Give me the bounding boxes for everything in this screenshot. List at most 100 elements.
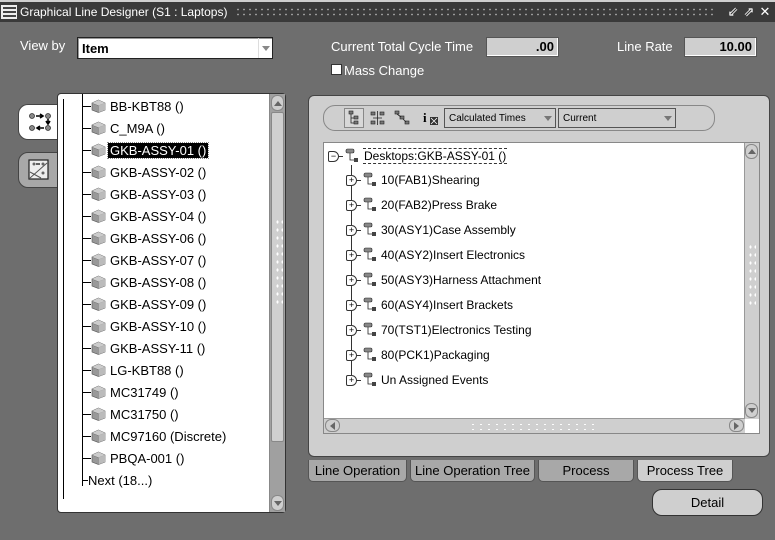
tree-item[interactable]: MC31750 () — [82, 404, 181, 424]
expand-icon[interactable]: + — [346, 249, 357, 261]
tree-connector — [82, 391, 91, 393]
tree-item[interactable]: GKB-ASSY-10 () — [82, 316, 208, 336]
tree-connector — [82, 457, 91, 459]
side-tab-designer[interactable] — [18, 152, 60, 188]
tree-item[interactable]: C_M9A () — [82, 118, 167, 138]
tree-item-label: GKB-ASSY-06 () — [110, 230, 207, 246]
item-cube-icon — [91, 363, 106, 377]
tree-item[interactable]: GKB-ASSY-09 () — [82, 294, 208, 314]
process-tree-item-label: 40(ASY2)Insert Electronics — [381, 248, 526, 262]
tree-item[interactable]: GKB-ASSY-04 () — [82, 206, 208, 226]
item-cube-icon — [91, 297, 106, 311]
process-tree-item-label: Un Assigned Events — [381, 373, 489, 387]
expand-icon[interactable]: + — [346, 324, 357, 336]
times-select[interactable]: Calculated Times — [444, 108, 556, 128]
tree-item[interactable]: GKB-ASSY-07 () — [82, 250, 208, 270]
times-select-value: Calculated Times — [449, 112, 526, 124]
tree-item[interactable]: GKB-ASSY-08 () — [82, 272, 208, 292]
item-cube-icon — [91, 187, 106, 201]
process-tree-item[interactable]: +60(ASY4)Insert Brackets — [346, 296, 513, 314]
mass-change-label: Mass Change — [344, 63, 425, 78]
tree-item[interactable]: BB-KBT88 () — [82, 96, 186, 116]
maximize-icon[interactable]: ⇗ — [741, 5, 757, 19]
process-tree-item[interactable]: +10(FAB1)Shearing — [346, 171, 480, 189]
detail-button[interactable]: Detail — [652, 489, 763, 516]
close-icon[interactable]: ✕ — [757, 5, 773, 19]
scroll-up-button[interactable] — [745, 144, 758, 159]
expand-icon[interactable]: + — [346, 224, 357, 236]
tree-root-node[interactable]: − Desktops:GKB-ASSY-01 () — [328, 147, 508, 165]
tree-connector — [339, 155, 343, 157]
process-tree-item[interactable]: +80(PCK1)Packaging — [346, 346, 490, 364]
scroll-up-button[interactable] — [271, 95, 284, 111]
expand-icon[interactable]: + — [346, 199, 357, 211]
vertical-tree-icon[interactable] — [344, 108, 364, 128]
expand-icon[interactable]: + — [346, 174, 357, 186]
diagonal-tree-icon[interactable] — [392, 108, 412, 128]
tree-item[interactable]: LG-KBT88 () — [82, 360, 186, 380]
process-tree-item-label: 20(FAB2)Press Brake — [381, 198, 498, 212]
version-select[interactable]: Current — [558, 108, 676, 128]
process-tree-item-label: 10(FAB1)Shearing — [381, 173, 480, 187]
next-label: Next (18...) — [88, 472, 153, 488]
scroll-left-button[interactable] — [325, 419, 340, 432]
tab-line-operation-tree[interactable]: Line Operation Tree — [410, 460, 535, 482]
view-by-label: View by — [20, 38, 66, 53]
info-icon[interactable]: i — [422, 108, 442, 128]
process-tree-item[interactable]: +50(ASY3)Harness Attachment — [346, 271, 541, 289]
tree-item[interactable]: PBQA-001 () — [82, 448, 186, 468]
item-cube-icon — [91, 407, 106, 421]
side-tab-flow[interactable] — [18, 104, 60, 140]
tree-item[interactable]: GKB-ASSY-11 () — [82, 338, 207, 358]
scroll-grip — [275, 218, 283, 308]
app-logo-icon — [1, 5, 17, 19]
tree-connector — [82, 281, 91, 283]
tree-item[interactable]: GKB-ASSY-02 () — [82, 162, 208, 182]
tab-process[interactable]: Process — [538, 460, 634, 482]
scroll-grip — [748, 243, 756, 308]
process-tree-item[interactable]: +70(TST1)Electronics Testing — [346, 321, 532, 339]
process-tree-item[interactable]: + Un Assigned Events — [346, 371, 488, 389]
scroll-down-button[interactable] — [271, 495, 284, 511]
tab-process-tree[interactable]: Process Tree — [637, 460, 733, 482]
minimize-icon[interactable]: ⇙ — [725, 5, 741, 19]
item-cube-icon — [91, 275, 106, 289]
tree-item[interactable]: MC31749 () — [82, 382, 181, 402]
expand-icon[interactable]: + — [346, 374, 357, 386]
tree-connector — [82, 149, 91, 151]
chevron-down-icon[interactable] — [661, 116, 675, 121]
process-tree-item[interactable]: +30(ASY1)Case Assembly — [346, 221, 516, 239]
process-tree-vscrollbar[interactable] — [744, 143, 759, 419]
tree-connector — [357, 204, 361, 206]
tree-connector — [357, 379, 361, 381]
item-tree-scrollbar[interactable] — [269, 94, 285, 512]
collapse-icon[interactable]: − — [328, 150, 339, 162]
tree-item[interactable]: GKB-ASSY-03 () — [82, 184, 208, 204]
item-cube-icon — [91, 165, 106, 179]
tree-item[interactable]: MC97160 (Discrete) — [82, 426, 228, 446]
process-tree-item[interactable]: +20(FAB2)Press Brake — [346, 196, 497, 214]
scroll-thumb[interactable] — [271, 112, 284, 442]
view-by-select[interactable]: Item — [77, 37, 273, 59]
scroll-down-button[interactable] — [745, 403, 758, 418]
tree-item[interactable]: GKB-ASSY-01 () — [82, 140, 210, 160]
expand-icon[interactable]: + — [346, 274, 357, 286]
tab-line-operation[interactable]: Line Operation — [308, 460, 407, 482]
org-chart-icon[interactable] — [368, 108, 388, 128]
scroll-right-button[interactable] — [729, 419, 744, 432]
process-tree-item-label: 30(ASY1)Case Assembly — [381, 223, 516, 237]
mass-change-checkbox[interactable] — [331, 64, 342, 75]
tree-next-link[interactable]: Next (18...) — [82, 470, 152, 490]
process-tree-item[interactable]: +40(ASY2)Insert Electronics — [346, 246, 525, 264]
operation-icon — [345, 148, 358, 162]
process-tree-item-label: 50(ASY3)Harness Attachment — [381, 273, 542, 287]
tree-item-label: BB-KBT88 () — [110, 98, 184, 114]
chevron-down-icon[interactable] — [541, 116, 555, 121]
chevron-down-icon[interactable] — [258, 38, 272, 58]
process-tree-hscrollbar[interactable] — [324, 418, 745, 433]
tree-connector — [82, 215, 91, 217]
expand-icon[interactable]: + — [346, 349, 357, 361]
tree-item[interactable]: GKB-ASSY-06 () — [82, 228, 208, 248]
expand-icon[interactable]: + — [346, 299, 357, 311]
tree-item-label: C_M9A () — [110, 120, 165, 136]
